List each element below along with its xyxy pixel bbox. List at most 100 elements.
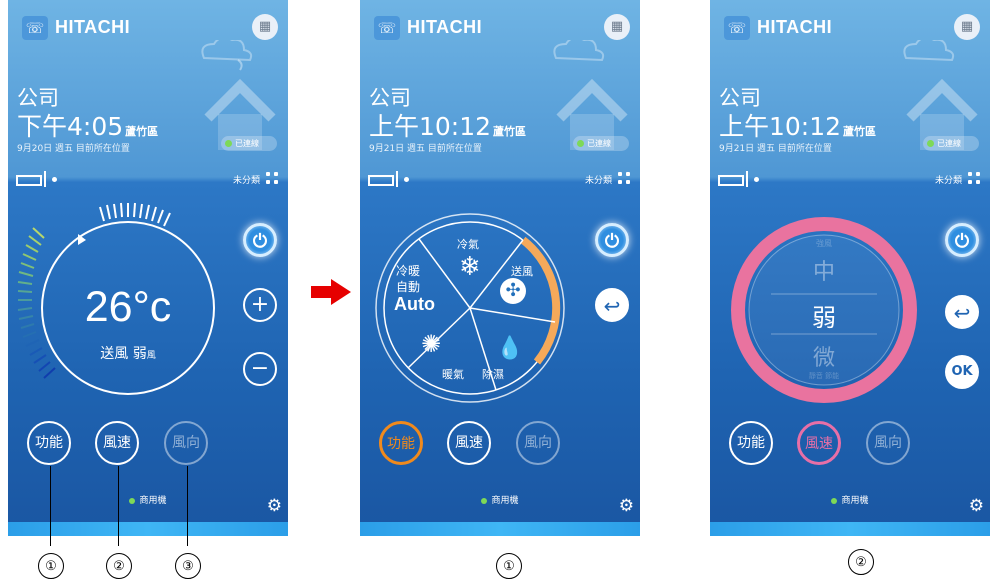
connection-badge: 已連線: [221, 136, 277, 151]
status-dot-icon: [225, 140, 232, 147]
callout-number-1: ①: [38, 553, 64, 579]
power-button[interactable]: ⏻: [945, 223, 979, 257]
sun-icon: ✺: [421, 330, 442, 358]
calendar-icon[interactable]: ▦: [252, 14, 278, 40]
gear-icon[interactable]: ⚙: [969, 496, 984, 516]
back-button[interactable]: ↩: [595, 288, 629, 322]
connection-badge: 已連線: [923, 136, 979, 151]
power-button[interactable]: ⏻: [595, 223, 629, 257]
connection-text: 已連線: [937, 139, 961, 148]
mode-fan-label[interactable]: 送風: [511, 263, 533, 279]
fan-speed-button[interactable]: 風速: [447, 421, 491, 465]
gear-icon[interactable]: ⚙: [267, 496, 282, 516]
clock: 下午4:05 蘆竹區: [17, 107, 158, 143]
group-label[interactable]: 未分類: [585, 173, 612, 186]
header-area: ☏ HITACHI ▦ 公司 上午10:12 蘆竹區 9月21日 週五 目前所在位…: [710, 0, 990, 164]
power-button[interactable]: ⏻: [243, 223, 277, 257]
back-button[interactable]: ↩: [945, 295, 979, 329]
connection-text: 已連線: [587, 139, 611, 148]
calendar-icon[interactable]: ▦: [954, 14, 980, 40]
divider: [746, 171, 748, 187]
mode-text: 送風: [100, 346, 129, 362]
date-line: 9月20日 週五 目前所在位置: [17, 144, 130, 154]
grid-menu-icon[interactable]: [968, 172, 982, 186]
screen-3: ☏ HITACHI ▦ 公司 上午10:12 蘆竹區 9月21日 週五 目前所在位…: [710, 0, 990, 536]
status-dot-icon: [927, 140, 934, 147]
fan-speed-button[interactable]: 風速: [95, 421, 139, 465]
arrow-right-icon: [311, 279, 351, 305]
mode-heat-label[interactable]: 暖氣: [442, 366, 464, 382]
status-dot-icon: [831, 497, 838, 504]
mode-auto-top[interactable]: 冷暖: [396, 262, 420, 279]
speed-option-low[interactable]: 弱: [804, 298, 844, 333]
grid-menu-icon[interactable]: [618, 172, 632, 186]
callout-line-1: [50, 466, 51, 546]
mode-status: 送風 弱風: [78, 343, 178, 363]
mode-auto-mid[interactable]: 自動: [396, 278, 420, 295]
hitachi-logo-icon: ☏: [374, 16, 400, 40]
ok-button[interactable]: OK: [945, 355, 979, 389]
calendar-icon[interactable]: ▦: [604, 14, 630, 40]
connection-badge: 已連線: [573, 136, 629, 151]
mode-dehumid-label[interactable]: 除濕: [482, 366, 504, 382]
gear-icon[interactable]: ⚙: [619, 496, 634, 516]
clock: 上午10:12 蘆竹區: [369, 107, 526, 143]
screen-1: ☏ HITACHI ▦ 公司 下午4:05 蘆竹區 9月20日 週五 目前所在位置…: [8, 0, 288, 536]
screen-2: ☏ HITACHI ▦ 公司 上午10:12 蘆竹區 9月21日 週五 目前所在位…: [360, 0, 640, 536]
ac-unit-icon[interactable]: [368, 175, 394, 186]
fan-direction-button[interactable]: 風向: [516, 421, 560, 465]
function-button[interactable]: 功能: [27, 421, 71, 465]
date-line: 9月21日 週五 目前所在位置: [719, 144, 832, 154]
ac-unit-icon[interactable]: [718, 175, 744, 186]
temperature-value: 26°c: [84, 283, 172, 331]
clock: 上午10:12 蘆竹區: [719, 107, 876, 143]
ac-unit-icon[interactable]: [16, 175, 42, 186]
status-dot-icon: [481, 497, 488, 504]
group-label[interactable]: 未分類: [233, 173, 260, 186]
minus-button[interactable]: −: [243, 352, 277, 386]
page-dot: [52, 177, 57, 182]
page-dot: [404, 177, 409, 182]
house-cloud-decoration: [553, 40, 628, 150]
brand-name: HITACHI: [55, 17, 131, 37]
divider: [44, 171, 46, 187]
speed-option-top[interactable]: 強風: [804, 238, 844, 249]
speed-option-medium[interactable]: 中: [804, 254, 844, 286]
fan-direction-button[interactable]: 風向: [164, 421, 208, 465]
device-bar: 未分類: [710, 170, 990, 190]
plus-button[interactable]: +: [243, 288, 277, 322]
speed-option-micro[interactable]: 微: [804, 340, 844, 372]
fan-direction-button[interactable]: 風向: [866, 421, 910, 465]
snowflake-icon: ❄: [459, 252, 481, 282]
speed-option-bottom[interactable]: 靜音 節能: [794, 371, 854, 381]
connection-text: 已連線: [235, 139, 259, 148]
page-dot: [754, 177, 759, 182]
brand-name: HITACHI: [407, 17, 483, 37]
status-dot-icon: [129, 497, 136, 504]
group-label[interactable]: 未分類: [935, 173, 962, 186]
date-line: 9月21日 週五 目前所在位置: [369, 144, 482, 154]
callout-number-5: ②: [848, 549, 874, 575]
commercial-label: 商用機: [710, 493, 990, 506]
speed-text: 弱: [132, 346, 147, 362]
mode-cool-label[interactable]: 冷氣: [457, 236, 479, 252]
device-bar: 未分類: [360, 170, 640, 190]
grid-menu-icon[interactable]: [266, 172, 280, 186]
header-area: ☏ HITACHI ▦ 公司 下午4:05 蘆竹區 9月20日 週五 目前所在位置…: [8, 0, 288, 164]
callout-line-3: [187, 466, 188, 546]
function-button[interactable]: 功能: [379, 421, 423, 465]
fan-speed-button[interactable]: 風速: [797, 421, 841, 465]
callout-number-4: ①: [496, 553, 522, 579]
hitachi-logo-icon: ☏: [22, 16, 48, 40]
mode-auto-label[interactable]: Auto: [394, 294, 435, 315]
house-cloud-decoration: [201, 40, 276, 150]
district: 蘆竹區: [125, 125, 159, 138]
fan-icon: ✣: [500, 278, 526, 304]
time-text: 下午4:05: [17, 112, 124, 141]
function-button[interactable]: 功能: [729, 421, 773, 465]
district: 蘆竹區: [493, 125, 527, 138]
divider: [396, 171, 398, 187]
time-text: 上午10:12: [719, 112, 842, 141]
device-bar: 未分類: [8, 170, 288, 190]
hitachi-logo-icon: ☏: [724, 16, 750, 40]
